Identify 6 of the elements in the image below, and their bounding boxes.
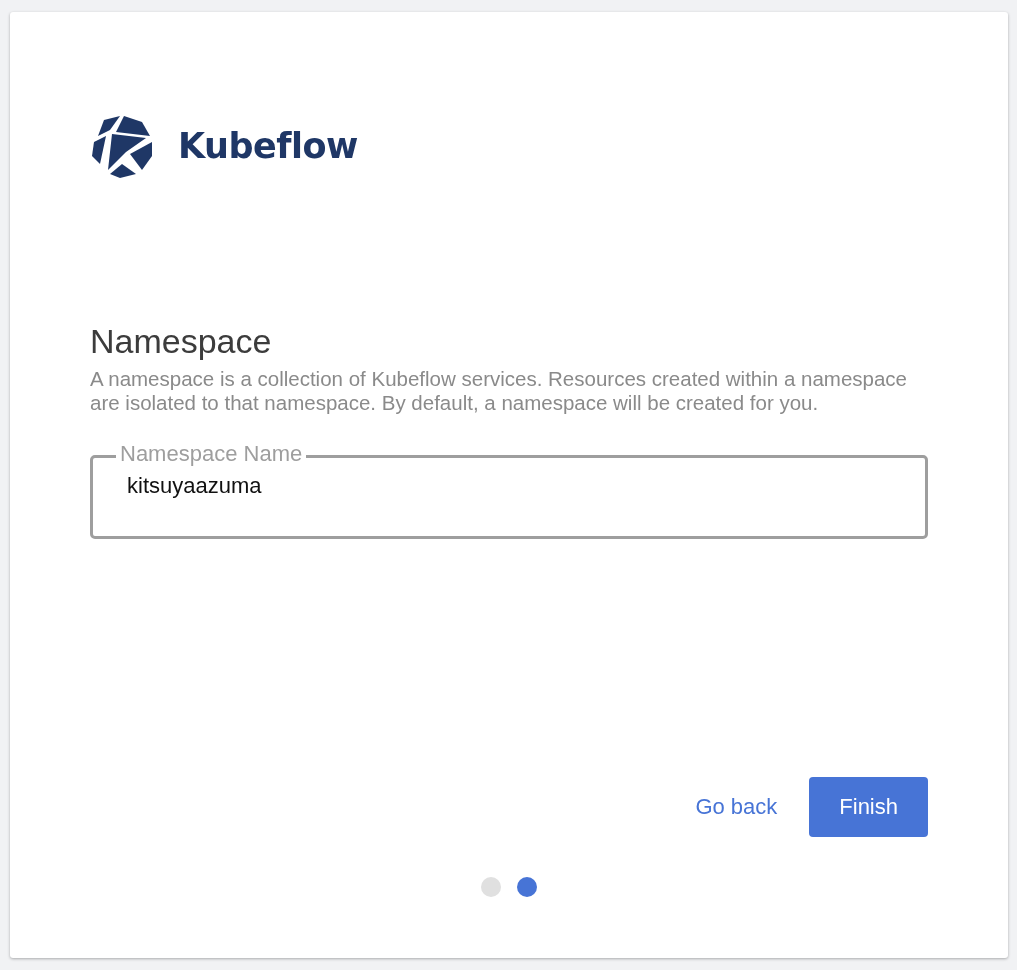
logo-icon — [90, 114, 154, 178]
section-heading: Namespace — [90, 322, 273, 361]
back-button[interactable]: Go back — [693, 777, 780, 837]
finish-button[interactable]: Finish — [809, 777, 928, 837]
section-description: A namespace is a collection of Kubeflow services. Resources created within a namespace are isolated to that namespace. By default, a namespace will be created for you. — [90, 367, 908, 415]
logo-wordmark: Kubeflow — [178, 126, 358, 166]
